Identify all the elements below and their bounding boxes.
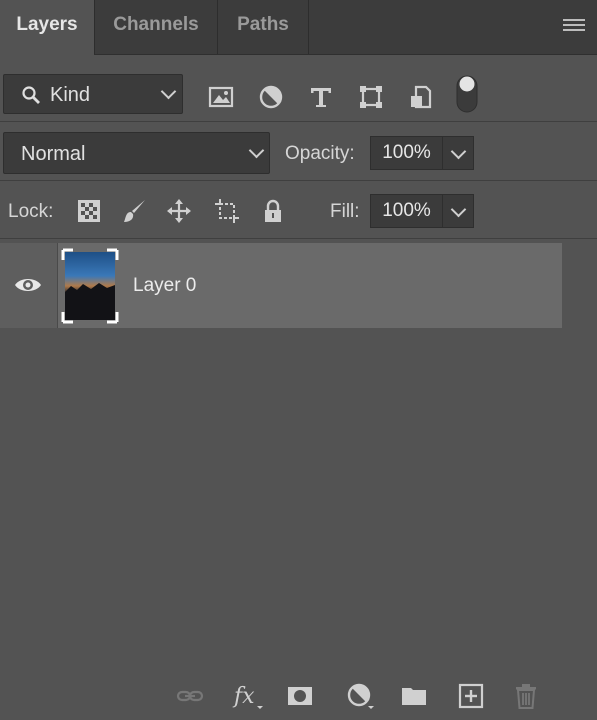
tab-divider	[308, 0, 309, 54]
image-filter-icon[interactable]	[208, 84, 234, 110]
filter-toggle-icon[interactable]	[455, 74, 479, 114]
delete-icon[interactable]	[512, 682, 540, 710]
blend-mode-dropdown[interactable]: Normal	[3, 132, 270, 174]
layer-name[interactable]: Layer 0	[133, 275, 196, 297]
opacity-input[interactable]: 100%	[370, 136, 443, 170]
fx-icon[interactable]: fx	[232, 682, 266, 710]
divider	[0, 238, 597, 239]
lock-image-pixels-icon[interactable]	[121, 198, 147, 224]
eye-icon	[15, 279, 41, 291]
chevron-down-icon	[450, 143, 467, 160]
shape-filter-icon[interactable]	[358, 84, 384, 110]
svg-text:fx: fx	[232, 684, 255, 709]
visibility-toggle[interactable]	[0, 243, 58, 328]
chevron-down-icon	[160, 83, 177, 100]
search-icon	[22, 86, 40, 104]
fill-dropdown-button[interactable]	[443, 194, 474, 228]
link-layers-icon[interactable]	[176, 682, 204, 710]
adjustment-filter-icon[interactable]	[258, 84, 284, 110]
layer-row[interactable]: Layer 0	[0, 243, 562, 328]
hamburger-menu-icon[interactable]	[563, 17, 585, 35]
panel-tab-bar: Layers Channels Paths	[0, 0, 597, 55]
new-layer-icon[interactable]	[457, 682, 485, 710]
chevron-down-icon	[248, 142, 265, 159]
blend-mode-label: Normal	[21, 143, 86, 165]
tab-channels[interactable]: Channels	[95, 0, 217, 54]
lock-label: Lock:	[8, 201, 54, 222]
chevron-down-icon	[450, 201, 467, 218]
kind-filter-label: Kind	[50, 84, 91, 106]
divider	[0, 180, 597, 181]
new-group-icon[interactable]	[400, 682, 428, 710]
adjustment-layer-icon[interactable]	[346, 682, 378, 710]
smart-object-filter-icon[interactable]	[408, 84, 434, 110]
divider	[0, 121, 597, 122]
kind-filter-dropdown[interactable]: Kind	[3, 74, 183, 114]
opacity-label: Opacity:	[285, 143, 355, 164]
layer-thumbnail[interactable]	[61, 248, 119, 324]
opacity-dropdown-button[interactable]	[443, 136, 474, 170]
lock-all-icon[interactable]	[260, 198, 286, 224]
tab-layers[interactable]: Layers	[0, 0, 94, 55]
fill-input[interactable]: 100%	[370, 194, 443, 228]
add-mask-icon[interactable]	[286, 682, 314, 710]
type-filter-icon[interactable]	[308, 84, 334, 110]
lock-artboard-icon[interactable]	[214, 198, 240, 224]
tab-paths[interactable]: Paths	[218, 0, 308, 54]
lock-position-icon[interactable]	[166, 198, 192, 224]
fill-label: Fill:	[330, 201, 360, 222]
lock-transparent-pixels-icon[interactable]	[76, 198, 102, 224]
